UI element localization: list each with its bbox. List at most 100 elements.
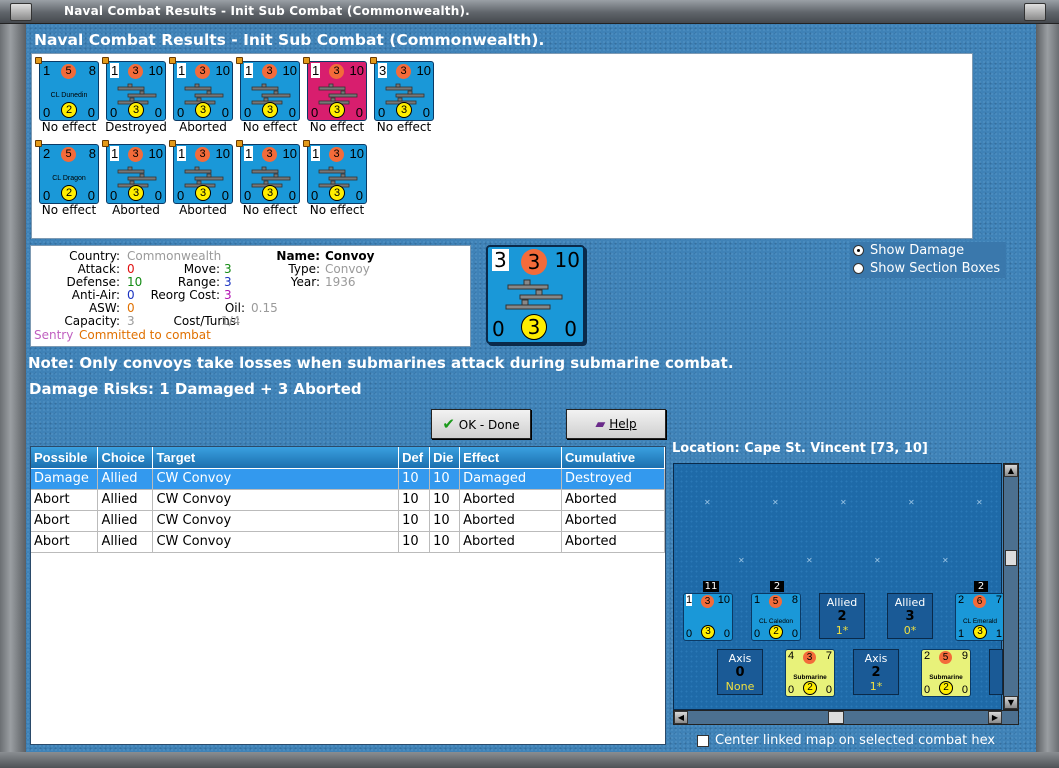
unit-stat: 0 bbox=[244, 188, 252, 203]
unit-card[interactable]: 1 3 10 0 3 0 bbox=[236, 57, 300, 121]
scroll-right-icon[interactable]: ▶ bbox=[988, 711, 1002, 724]
unit-stat: 0 bbox=[355, 105, 363, 120]
capacity-value: 3 bbox=[127, 314, 135, 328]
unit-card[interactable]: 1 3 10 0 3 0 bbox=[303, 57, 367, 121]
column-header[interactable]: Possible bbox=[31, 447, 99, 469]
column-header[interactable]: Target bbox=[152, 447, 400, 469]
table-cell: CW Convoy bbox=[152, 510, 400, 532]
show-damage-radio[interactable] bbox=[853, 245, 864, 256]
show-sections-radio[interactable] bbox=[853, 263, 864, 274]
unit-stat: 10 bbox=[349, 63, 364, 78]
map-unit-cl-caledon[interactable]: 1 5 8 CL Caledon 0 2 0 bbox=[751, 593, 801, 641]
unit-card[interactable]: 1 3 10 0 3 0 bbox=[236, 140, 300, 204]
unit-stat: 10 bbox=[282, 146, 297, 161]
unit-result: Aborted bbox=[179, 120, 227, 134]
scroll-left-icon[interactable]: ◀ bbox=[674, 711, 688, 724]
unit-stat: 1 bbox=[110, 63, 120, 78]
table-cell: 10 bbox=[429, 489, 461, 511]
unit-stat: 0 bbox=[422, 105, 430, 120]
show-damage-label[interactable]: Show Damage bbox=[870, 243, 964, 258]
map-unit-submarine-1[interactable]: 4 3 7 Submarine 0 2 0 bbox=[785, 649, 835, 697]
unit-card[interactable]: 1 5 8 CL Dunedin 0 2 0 bbox=[35, 57, 99, 121]
selected-unit-card[interactable]: 3 3 10 0 3 0 bbox=[486, 245, 585, 344]
table-cell: 10 bbox=[429, 531, 461, 553]
map-unit-cl-emerald[interactable]: 2 6 7 CL Emerald 1 3 1 bbox=[955, 593, 1005, 641]
unit-marker-icon bbox=[303, 57, 310, 64]
unit-stat: 3 bbox=[195, 64, 210, 79]
bigcard-br: 0 bbox=[564, 317, 577, 341]
unit-card[interactable]: 3 3 10 0 3 0 bbox=[370, 57, 434, 121]
table-cell: Aborted bbox=[459, 489, 562, 511]
unit-stat: 3 bbox=[262, 185, 278, 201]
unit-card[interactable]: 2 5 8 CL Dragon 0 2 0 bbox=[35, 140, 99, 204]
table-cell: 10 bbox=[398, 489, 431, 511]
unit-marker-icon bbox=[303, 140, 310, 147]
table-row[interactable]: Abort Allied CW Convoy 10 10 Aborted Aborted bbox=[31, 531, 665, 553]
column-header[interactable]: Die bbox=[429, 447, 461, 469]
unit-stat: 10 bbox=[148, 146, 163, 161]
column-header[interactable]: Choice bbox=[97, 447, 154, 469]
sea-box-partial[interactable] bbox=[989, 649, 1003, 695]
unit-card[interactable]: 1 3 10 0 3 0 bbox=[102, 140, 166, 204]
unit-stat: 1 bbox=[311, 63, 321, 78]
table-cell: Allied bbox=[97, 468, 154, 490]
table-cell: 10 bbox=[398, 531, 431, 553]
unit-result: No effect bbox=[309, 203, 365, 217]
map-unit-convoy[interactable]: 1 3 10 0 3 0 bbox=[683, 593, 733, 641]
unit-card[interactable]: 1 3 10 0 3 0 bbox=[102, 57, 166, 121]
unit-stat: 2 bbox=[61, 102, 77, 118]
unit-card[interactable]: 1 3 10 0 3 0 bbox=[169, 57, 233, 121]
table-cell: Aborted bbox=[561, 510, 665, 532]
maximize-button[interactable] bbox=[1024, 3, 1046, 21]
unit-stat: 0 bbox=[355, 188, 363, 203]
help-label: Help bbox=[609, 417, 637, 431]
map-unit-submarine-2[interactable]: 2 5 9 Submarine 0 2 0 bbox=[921, 649, 971, 697]
center-linked-map-option[interactable]: Center linked map on selected combat hex bbox=[697, 733, 995, 748]
unit-stat: 3 bbox=[128, 147, 143, 162]
help-book-icon: ▰ bbox=[595, 417, 606, 432]
show-sections-label[interactable]: Show Section Boxes bbox=[870, 261, 1000, 276]
hex-map[interactable]: ✕ ✕ ✕ ✕ ✕ ✕ ✕ ✕ ✕ 11 2 2 1 3 10 0 3 0 1 … bbox=[673, 463, 1005, 710]
scroll-thumb[interactable] bbox=[828, 711, 844, 724]
unit-stat: 10 bbox=[215, 63, 230, 78]
unit-stat: 8 bbox=[88, 63, 96, 78]
help-button[interactable]: ▰ Help bbox=[566, 409, 666, 439]
sentry-status: Sentry bbox=[34, 328, 74, 342]
unit-stat: 0 bbox=[110, 105, 118, 120]
table-row[interactable]: Abort Allied CW Convoy 10 10 Aborted Aborted bbox=[31, 489, 665, 511]
results-table: Possible Choice Target Def Die Effect Cumulati… bbox=[30, 446, 666, 745]
table-cell: 10 bbox=[429, 510, 461, 532]
column-header[interactable]: Cumulative bbox=[561, 447, 665, 469]
unit-stat: 3 bbox=[329, 147, 344, 162]
unit-marker-icon bbox=[35, 140, 42, 147]
column-header[interactable]: Def bbox=[398, 447, 431, 469]
axis-sea-box-2[interactable]: Axis 2 1* bbox=[853, 649, 899, 695]
scroll-up-icon[interactable]: ▲ bbox=[1004, 464, 1018, 477]
map-horizontal-scrollbar[interactable]: ◀ ▶ bbox=[673, 710, 1019, 725]
hex-marker-icon: ✕ bbox=[874, 556, 881, 565]
table-row[interactable]: Damage Allied CW Convoy 10 10 Damaged Destroye… bbox=[31, 468, 665, 490]
center-linked-checkbox[interactable] bbox=[697, 735, 709, 747]
table-row[interactable]: Abort Allied CW Convoy 10 10 Aborted Aborted bbox=[31, 510, 665, 532]
axis-sea-box-1[interactable]: Axis 0 None bbox=[717, 649, 763, 695]
scroll-thumb[interactable] bbox=[1005, 550, 1017, 566]
map-vertical-scrollbar[interactable]: ▲ ▼ bbox=[1003, 463, 1019, 710]
unit-card[interactable]: 1 3 10 0 3 0 bbox=[169, 140, 233, 204]
unit-result: Destroyed bbox=[105, 120, 167, 134]
unit-stat: 0 bbox=[244, 105, 252, 120]
year-label: Year: bbox=[290, 275, 320, 289]
year-value: 1936 bbox=[325, 275, 356, 289]
allied-sea-box-1[interactable]: Allied 2 1* bbox=[819, 593, 865, 639]
system-menu-button[interactable] bbox=[10, 3, 32, 21]
scroll-down-icon[interactable]: ▼ bbox=[1004, 696, 1018, 709]
unit-stat: 3 bbox=[128, 102, 144, 118]
column-header[interactable]: Effect bbox=[459, 447, 562, 469]
hex-marker-icon: ✕ bbox=[840, 498, 847, 507]
allied-sea-box-2[interactable]: Allied 3 0* bbox=[887, 593, 933, 639]
unit-card[interactable]: 1 3 10 0 3 0 bbox=[303, 140, 367, 204]
bigcard-bcircle: 3 bbox=[521, 314, 547, 340]
unit-stat: 1 bbox=[244, 146, 254, 161]
unit-stat: 3 bbox=[396, 102, 412, 118]
table-cell: CW Convoy bbox=[152, 531, 400, 553]
ok-done-button[interactable]: ✔ OK - Done bbox=[431, 409, 531, 439]
